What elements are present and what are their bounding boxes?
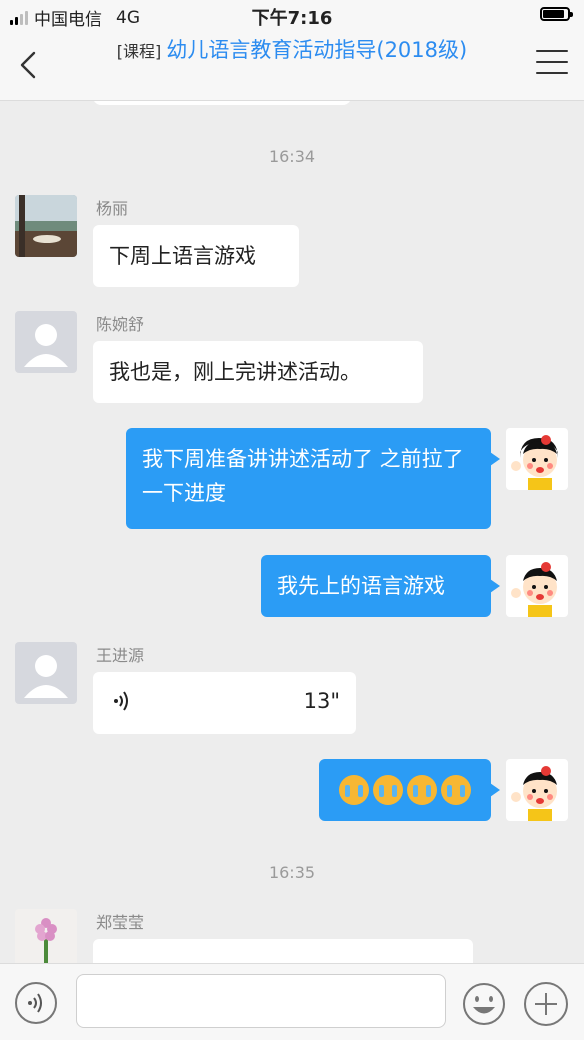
status-time: 下午7:16 — [251, 8, 333, 29]
message-text: 我先上的语言游戏 — [277, 574, 445, 598]
crying-face-icon — [339, 775, 369, 805]
message-text: 下周上语言游戏 — [109, 244, 256, 268]
timestamp: 16:35 — [268, 863, 316, 882]
message-text: 我下周准备讲讲述活动了 之前拉了一下进度 — [142, 447, 464, 505]
menu-line — [536, 72, 568, 74]
message-bubble[interactable] — [93, 939, 473, 963]
nav-bar: [课程] 幼儿语言教育活动指导(2018级) — [0, 30, 584, 101]
message-bubble[interactable]: 我先上的语言游戏 — [261, 555, 500, 617]
battery-icon — [540, 7, 573, 21]
cartoon-girl-avatar-icon — [506, 759, 568, 821]
message-bubble[interactable]: 我也是，刚上完讲述活动。 — [93, 341, 423, 403]
message-input-field[interactable] — [76, 974, 446, 1028]
page-title: [课程] 幼儿语言教育活动指导(2018级) — [100, 36, 484, 66]
message-input[interactable] — [77, 975, 445, 1027]
cartoon-girl-avatar-icon — [506, 428, 568, 490]
voice-input-button[interactable] — [15, 982, 57, 1024]
message-text: 我也是，刚上完讲述活动。 — [109, 360, 361, 384]
voice-icon — [28, 993, 42, 1013]
back-button[interactable] — [14, 48, 44, 82]
emoji-button[interactable] — [462, 982, 506, 1026]
plus-button[interactable] — [524, 982, 568, 1026]
sender-name: 王进源 — [96, 646, 145, 665]
scenery-avatar-icon — [15, 195, 77, 257]
previous-message-bubble — [93, 101, 351, 105]
menu-button[interactable] — [536, 50, 568, 78]
avatar[interactable] — [15, 311, 77, 373]
emoji-message-bubble[interactable] — [319, 759, 500, 821]
status-bar: 中国电信 4G 下午7:16 — [0, 0, 584, 30]
menu-line — [536, 50, 568, 52]
input-bar — [0, 963, 584, 1040]
course-tag: [课程] — [116, 42, 162, 61]
chat-area[interactable]: 16:34 杨丽 下周上语言游戏 陈婉舒 我也是，刚上完讲述活动。 我下周准备讲… — [0, 101, 584, 963]
cartoon-girl-avatar-icon — [506, 555, 568, 617]
voice-duration: 13" — [303, 689, 340, 713]
emoji-row — [329, 775, 481, 805]
message-bubble[interactable]: 我下周准备讲讲述活动了 之前拉了一下进度 — [126, 428, 500, 529]
timestamp: 16:34 — [268, 147, 316, 166]
message-bubble[interactable]: 下周上语言游戏 — [93, 225, 299, 287]
sender-name: 杨丽 — [96, 199, 129, 218]
avatar[interactable] — [15, 195, 77, 257]
chevron-left-icon — [20, 51, 36, 79]
voice-wave-icon — [114, 691, 128, 711]
my-avatar[interactable] — [506, 555, 568, 617]
avatar[interactable] — [15, 909, 77, 963]
avatar[interactable] — [15, 642, 77, 704]
my-avatar[interactable] — [506, 759, 568, 821]
flower-avatar-icon — [15, 909, 77, 963]
smiley-icon — [463, 983, 505, 1025]
sender-name: 郑莹莹 — [96, 913, 145, 932]
sender-name: 陈婉舒 — [96, 315, 145, 334]
default-person-icon — [24, 655, 68, 698]
crying-face-icon — [441, 775, 471, 805]
crying-face-icon — [373, 775, 403, 805]
my-avatar[interactable] — [506, 428, 568, 490]
default-person-icon — [24, 324, 68, 367]
group-name: 幼儿语言教育活动指导(2018级) — [166, 38, 468, 62]
voice-message-bubble[interactable]: 13" — [93, 672, 356, 734]
crying-face-icon — [407, 775, 437, 805]
menu-line — [536, 61, 568, 63]
